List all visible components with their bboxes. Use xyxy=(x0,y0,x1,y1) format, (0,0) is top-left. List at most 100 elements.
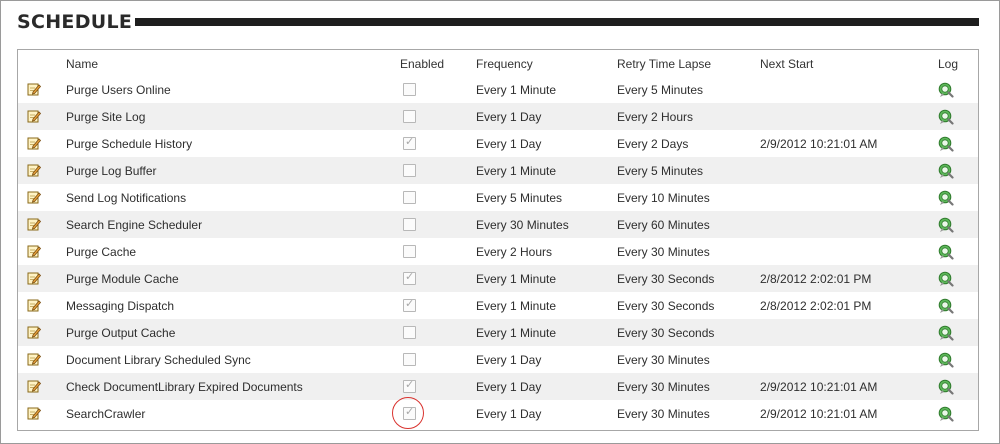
log-view-icon[interactable] xyxy=(938,163,954,179)
table-row: Purge Site Log Every 1 Day Every 2 Hours xyxy=(18,103,978,130)
retry-value: Every 60 Minutes xyxy=(617,218,710,232)
edit-pencil-icon[interactable] xyxy=(27,163,42,177)
edit-pencil-icon[interactable] xyxy=(27,82,42,96)
highlight-circle xyxy=(392,397,424,429)
column-header-next-start[interactable]: Next Start xyxy=(760,57,813,71)
frequency-value: Every 1 Day xyxy=(476,110,542,124)
frequency-value: Every 1 Minute xyxy=(476,326,557,340)
frequency-value: Every 30 Minutes xyxy=(476,218,569,232)
column-header-name[interactable]: Name xyxy=(66,57,98,71)
enabled-checkbox[interactable] xyxy=(403,353,416,366)
enabled-checkbox[interactable] xyxy=(403,164,416,177)
enabled-checkbox[interactable] xyxy=(403,135,416,150)
log-view-icon[interactable] xyxy=(938,244,954,260)
enabled-checkbox[interactable] xyxy=(403,378,416,393)
task-name: Purge Schedule History xyxy=(66,137,193,151)
frequency-value: Every 5 Minutes xyxy=(476,191,563,205)
edit-pencil-icon[interactable] xyxy=(27,325,42,339)
next-start-value: 2/8/2012 2:02:01 PM xyxy=(760,299,872,313)
frequency-value: Every 1 Minute xyxy=(476,83,557,97)
retry-value: Every 10 Minutes xyxy=(617,191,710,205)
table-row: Purge Users Online Every 1 Minute Every 5 … xyxy=(18,76,978,103)
log-view-icon[interactable] xyxy=(938,325,954,341)
log-view-icon[interactable] xyxy=(938,190,954,206)
retry-value: Every 30 Minutes xyxy=(617,380,710,394)
edit-pencil-icon[interactable] xyxy=(27,379,42,393)
task-name: Messaging Dispatch xyxy=(66,299,175,313)
task-name: Purge Log Buffer xyxy=(66,164,157,178)
next-start-value: 2/9/2012 10:21:01 AM xyxy=(760,380,878,394)
task-name: Purge Site Log xyxy=(66,110,146,124)
edit-pencil-icon[interactable] xyxy=(27,352,42,366)
title-underline-bar xyxy=(135,18,979,26)
retry-value: Every 30 Seconds xyxy=(617,326,715,340)
enabled-checkbox[interactable] xyxy=(403,110,416,123)
enabled-checkbox[interactable] xyxy=(403,191,416,204)
log-view-icon[interactable] xyxy=(938,379,954,395)
table-row: Purge Module Cache Every 1 Minute Every 30… xyxy=(18,265,978,292)
table-row: SearchCrawler Every 1 Day Every 30 Minutes… xyxy=(18,397,978,429)
task-name: SearchCrawler xyxy=(66,407,146,421)
log-view-icon[interactable] xyxy=(938,136,954,152)
frequency-value: Every 1 Day xyxy=(476,407,542,421)
edit-pencil-icon[interactable] xyxy=(27,244,42,258)
enabled-checkbox[interactable] xyxy=(403,326,416,339)
edit-pencil-icon[interactable] xyxy=(27,271,42,285)
schedule-panel: SCHEDULE Name Enabled Frequency Retry Ti… xyxy=(0,0,1000,444)
column-header-retry[interactable]: Retry Time Lapse xyxy=(617,57,711,71)
edit-pencil-icon[interactable] xyxy=(27,406,42,420)
next-start-value: 2/9/2012 10:21:01 AM xyxy=(760,137,878,151)
schedule-table: Name Enabled Frequency Retry Time Lapse … xyxy=(17,49,979,431)
table-row: Check DocumentLibrary Expired Documents E… xyxy=(18,373,978,400)
retry-value: Every 2 Hours xyxy=(617,110,694,124)
edit-pencil-icon[interactable] xyxy=(27,298,42,312)
enabled-checkbox[interactable] xyxy=(403,245,416,258)
frequency-value: Every 1 Day xyxy=(476,137,542,151)
table-header: Name Enabled Frequency Retry Time Lapse … xyxy=(18,50,978,76)
edit-pencil-icon[interactable] xyxy=(27,136,42,150)
retry-value: Every 2 Days xyxy=(617,137,689,151)
task-name: Purge Output Cache xyxy=(66,326,176,340)
log-view-icon[interactable] xyxy=(938,298,954,314)
frequency-value: Every 1 Minute xyxy=(476,299,557,313)
log-view-icon[interactable] xyxy=(938,406,954,422)
retry-value: Every 30 Minutes xyxy=(617,407,710,421)
enabled-checkbox[interactable] xyxy=(403,270,416,285)
enabled-checkbox[interactable] xyxy=(403,218,416,231)
title-row: SCHEDULE xyxy=(17,9,979,37)
edit-pencil-icon[interactable] xyxy=(27,217,42,231)
retry-value: Every 30 Seconds xyxy=(617,299,715,313)
frequency-value: Every 1 Day xyxy=(476,353,542,367)
table-row: Purge Output Cache Every 1 Minute Every 30… xyxy=(18,319,978,346)
enabled-checkbox[interactable] xyxy=(403,297,416,312)
column-header-log[interactable]: Log xyxy=(938,57,958,71)
table-row: Purge Schedule History Every 1 Day Every 2… xyxy=(18,130,978,157)
next-start-value: 2/9/2012 10:21:01 AM xyxy=(760,407,878,421)
task-name: Purge Users Online xyxy=(66,83,171,97)
task-name: Purge Cache xyxy=(66,245,137,259)
frequency-value: Every 1 Minute xyxy=(476,272,557,286)
retry-value: Every 5 Minutes xyxy=(617,164,704,178)
retry-value: Every 30 Minutes xyxy=(617,353,710,367)
log-view-icon[interactable] xyxy=(938,217,954,233)
log-view-icon[interactable] xyxy=(938,109,954,125)
task-name: Document Library Scheduled Sync xyxy=(66,353,251,367)
log-view-icon[interactable] xyxy=(938,82,954,98)
column-header-frequency[interactable]: Frequency xyxy=(476,57,533,71)
table-row: Document Library Scheduled Sync Every 1 D… xyxy=(18,346,978,373)
task-name: Check DocumentLibrary Expired Documents xyxy=(66,380,303,394)
page-title: SCHEDULE xyxy=(17,11,133,33)
table-row: Search Engine Scheduler Every 30 Minutes E… xyxy=(18,211,978,238)
table-row: Messaging Dispatch Every 1 Minute Every 30… xyxy=(18,292,978,319)
edit-pencil-icon[interactable] xyxy=(27,109,42,123)
column-header-enabled[interactable]: Enabled xyxy=(400,57,444,71)
edit-pencil-icon[interactable] xyxy=(27,190,42,204)
task-name: Send Log Notifications xyxy=(66,191,187,205)
retry-value: Every 5 Minutes xyxy=(617,83,704,97)
enabled-checkbox[interactable] xyxy=(403,83,416,96)
frequency-value: Every 1 Day xyxy=(476,380,542,394)
log-view-icon[interactable] xyxy=(938,352,954,368)
frequency-value: Every 2 Hours xyxy=(476,245,553,259)
log-view-icon[interactable] xyxy=(938,271,954,287)
table-row: Purge Cache Every 2 Hours Every 30 Minutes xyxy=(18,238,978,265)
